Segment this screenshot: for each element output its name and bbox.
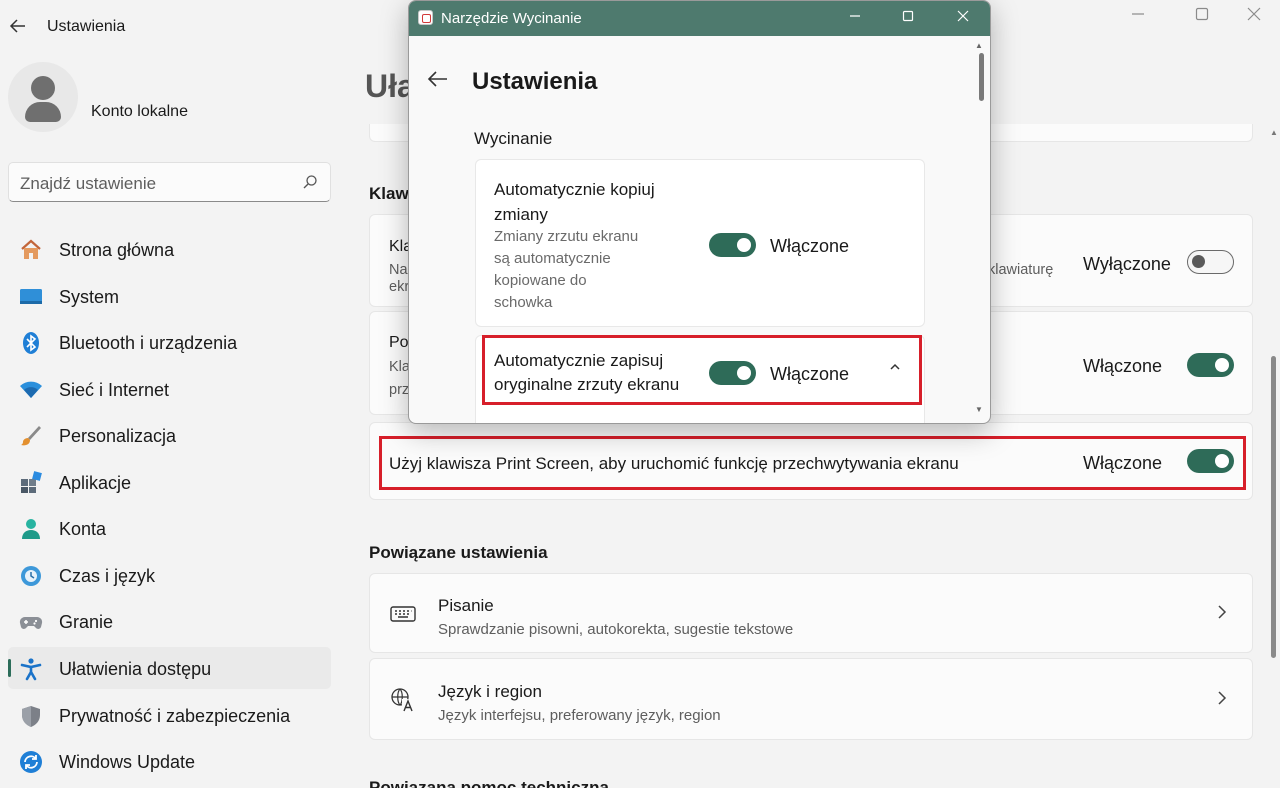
sidebar-item-label: System [59,287,120,307]
maximize-icon[interactable] [896,7,920,29]
highlight-box-auto-save [482,335,922,405]
person-icon [19,517,43,541]
sidebar-item-label: Strona główna [59,240,175,260]
chevron-right-icon [1216,690,1228,711]
snip-titlebar[interactable]: Narzędzie Wycinanie [409,1,990,36]
auto-copy-changes-card[interactable]: Automatycznie kopiuj zmiany Zmiany zrzut… [475,159,925,327]
sidebar-item-label: Czas i język [59,566,156,586]
related-item-title: Język i region [438,682,542,701]
card-subtitle: Na [389,262,408,278]
update-icon [19,750,43,774]
related-item-subtitle: Język interfejsu, preferowany język, reg… [438,707,721,724]
snipping-tool-app-icon [418,10,433,25]
scroll-down-icon[interactable]: ▼ [975,405,983,414]
brush-icon [19,424,43,448]
scroll-up-icon[interactable]: ▲ [975,41,983,50]
related-item-title: Pisanie [438,596,494,615]
highlight-box-print-screen [379,436,1246,490]
search-icon[interactable] [302,174,318,190]
related-item-subtitle: Sprawdzanie pisowni, autokorekta, sugest… [438,621,794,638]
auto-copy-desc-line1: Zmiany zrzutu ekranu [494,228,639,245]
keyboard-toggle[interactable] [1187,250,1234,274]
sidebar-item-time-language[interactable]: Czas i język [8,554,331,596]
scroll-up-icon[interactable]: ▲ [1270,128,1278,137]
auto-copy-desc-line2: są automatycznie [494,250,611,267]
toggle-state-label: Włączone [770,236,850,256]
system-icon [19,285,43,309]
related-item-language[interactable]: Język i region Język interfejsu, prefero… [369,658,1253,740]
settings-scrollbar-thumb[interactable] [1271,356,1276,658]
card-subtitle: Kla [389,359,410,375]
minimize-icon[interactable] [843,7,867,29]
sidebar-item-label: Aplikacje [59,473,132,493]
clock-globe-icon [19,564,43,588]
auto-copy-toggle[interactable] [709,233,756,257]
sidebar-item-label: Sieć i Internet [59,380,170,400]
language-icon [390,687,416,713]
snip-window-title: Narzędzie Wycinanie [441,10,582,27]
shield-icon [19,704,43,728]
wifi-icon [19,378,43,402]
sidebar-item-label: Konta [59,519,107,539]
window-title: Ustawienia [47,18,126,35]
card-subtitle: ekr [389,279,410,295]
gamepad-icon [19,610,43,634]
sidebar-item-gaming[interactable]: Granie [8,600,331,642]
sidebar-item-label: Personalizacja [59,426,177,446]
sidebar-item-windows-update[interactable]: Windows Update [8,740,331,782]
related-support-heading: Powiązana pomoc techniczna [369,778,609,788]
sidebar-item-accounts[interactable]: Konta [8,507,331,549]
snip-settings-heading: Ustawienia [472,68,598,95]
auto-copy-title-line2: zmiany [494,205,548,224]
toggle-state-label: Wyłączone [1083,254,1171,274]
second-toggle[interactable] [1187,353,1234,377]
sidebar-item-home[interactable]: Strona główna [8,228,331,270]
back-arrow-icon[interactable] [8,16,28,36]
sidebar-item-apps[interactable]: Aplikacje [8,461,331,503]
auto-copy-title-line1: Automatycznie kopiuj [494,180,655,199]
search-input[interactable]: Znajdź ustawienie [20,174,156,194]
accessibility-icon [19,657,43,681]
related-settings-heading: Powiązane ustawienia [369,543,548,562]
snip-section-heading: Wycinanie [474,129,553,148]
sidebar-item-privacy[interactable]: Prywatność i zabezpieczenia [8,694,331,736]
sidebar-item-personalization[interactable]: Personalizacja [8,414,331,456]
related-item-typing[interactable]: Pisanie Sprawdzanie pisowni, autokorekta… [369,573,1253,653]
card-subtitle: prz [389,382,410,398]
sidebar-item-accessibility[interactable]: Ułatwienia dostępu [8,647,331,689]
sidebar-item-label: Ułatwienia dostępu [59,659,212,679]
settings-search-box[interactable]: Znajdź ustawienie [8,162,331,202]
bluetooth-icon [19,331,43,355]
auto-copy-desc-line4: schowka [494,294,553,311]
sidebar-item-label: Windows Update [59,752,196,772]
sidebar-item-label: Granie [59,612,114,632]
keyboard-icon [390,601,416,627]
close-icon[interactable] [1240,5,1268,27]
sidebar-item-network[interactable]: Sieć i Internet [8,368,331,410]
card-subtitle: klawiaturę [988,262,1054,278]
avatar [8,62,78,132]
apps-icon [19,471,43,495]
maximize-icon[interactable] [1188,5,1216,27]
auto-copy-desc-line3: kopiowane do [494,272,587,289]
back-arrow-icon[interactable] [426,67,450,91]
sidebar-item-bluetooth[interactable]: Bluetooth i urządzenia [8,321,331,363]
close-icon[interactable] [951,7,975,29]
snip-scrollbar-thumb[interactable] [979,53,984,101]
minimize-icon[interactable] [1124,5,1152,27]
account-name: Konto lokalne [91,103,188,120]
section-heading-keyboard: Klaw [369,184,409,203]
sidebar-item-system[interactable]: System [8,275,331,317]
card-title: Po [389,334,409,351]
toggle-state-label: Włączone [1083,356,1163,376]
home-icon [19,238,43,262]
snipping-tool-window: Narzędzie Wycinanie Ustawienia Wycinanie… [408,0,991,424]
sidebar-item-label: Prywatność i zabezpieczenia [59,706,291,726]
chevron-right-icon [1216,604,1228,625]
sidebar-item-label: Bluetooth i urządzenia [59,333,238,353]
